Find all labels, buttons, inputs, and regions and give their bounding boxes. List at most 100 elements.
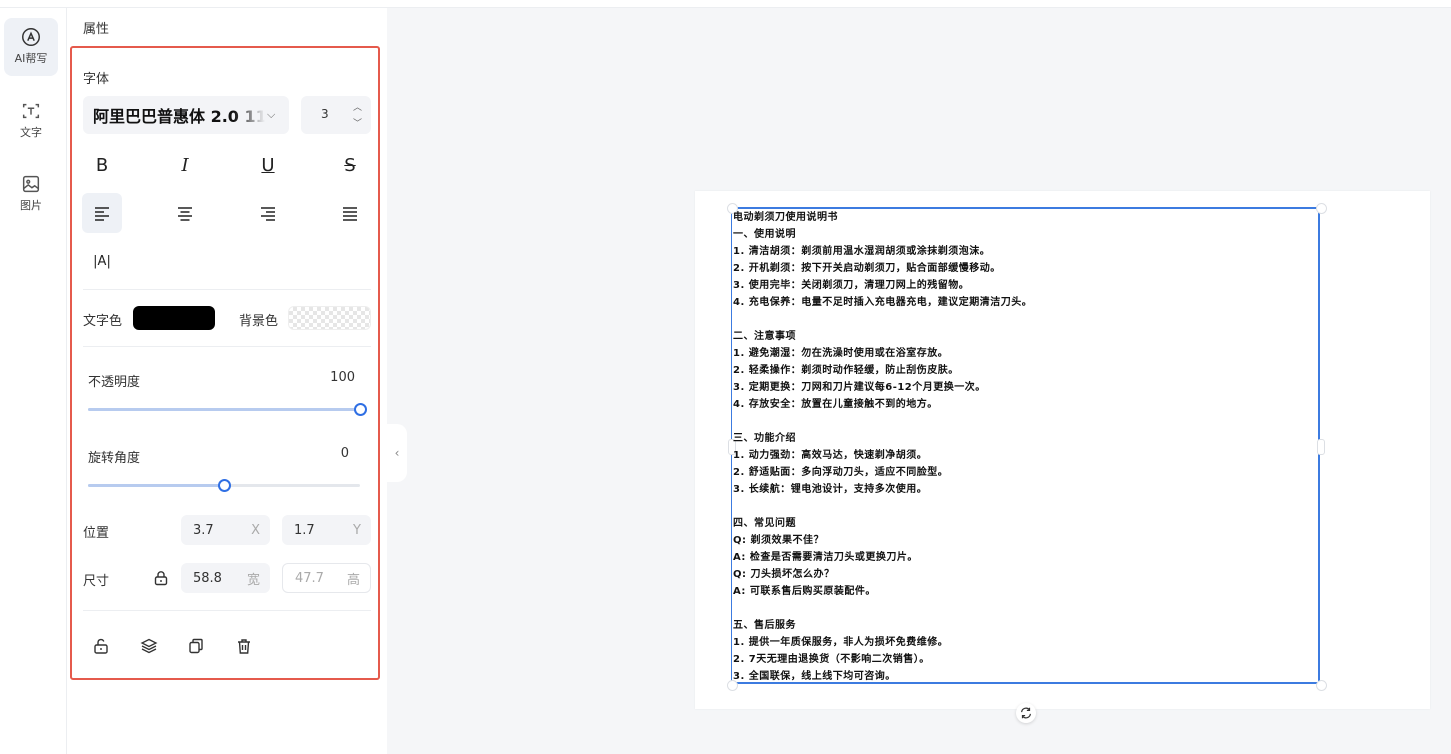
- rotate-handle[interactable]: [1016, 703, 1036, 723]
- top-bar: [0, 0, 1451, 8]
- copy-icon: [189, 638, 203, 654]
- document-line: 二、注意事项: [733, 331, 796, 342]
- align-center-button[interactable]: [165, 193, 205, 233]
- rail-item-ai-write[interactable]: AI帮写: [4, 18, 58, 76]
- layers-icon: [140, 638, 158, 654]
- position-x-value: 3.7: [193, 522, 214, 538]
- document-line: A: 检查是否需要清洁刀头或更换刀片。: [733, 552, 918, 563]
- rail-item-image[interactable]: 图片: [4, 165, 58, 223]
- size-label: 尺寸: [83, 574, 110, 589]
- document-line: 三、功能介绍: [733, 433, 796, 444]
- rotate-icon: [1021, 707, 1031, 719]
- position-y-input[interactable]: 1.7 Y: [282, 515, 371, 545]
- document-line: 3. 使用完毕：关闭剃须刀，清理刀网上的残留物。: [733, 280, 970, 291]
- align-center-icon: [178, 207, 192, 221]
- document-line: 4. 充电保养：电量不足时插入充电器充电，建议定期清洁刀头。: [733, 297, 1033, 308]
- height-input[interactable]: 47.7 高: [282, 563, 371, 593]
- delete-button[interactable]: [233, 635, 255, 657]
- height-unit: 高: [346, 572, 360, 588]
- resize-handle-right[interactable]: [1317, 439, 1325, 455]
- properties-panel: 属性 字体 阿里巴巴普惠体 2.0 115 Black ⌵ 3 ︿ ﹀ B I …: [67, 8, 387, 754]
- font-size-value: 3: [321, 107, 329, 121]
- rotation-label: 旋转角度: [88, 451, 141, 466]
- document-line: 1. 提供一年质保服务，非人为损坏免费维修。: [733, 637, 949, 648]
- document-line: 五、售后服务: [733, 620, 796, 631]
- width-input[interactable]: 58.8 宽: [181, 563, 270, 593]
- document-line: 4. 存放安全：放置在儿童接触不到的地方。: [733, 399, 938, 410]
- document-line: 电动剃须刀使用说明书: [733, 212, 838, 223]
- text-color-label: 文字色: [83, 314, 123, 329]
- rail-item-label: AI帮写: [14, 52, 48, 65]
- divider: [83, 346, 371, 347]
- document-line: 2. 7天无理由退换货（不影响二次销售）。: [733, 654, 930, 665]
- text-icon: [22, 103, 40, 119]
- italic-button[interactable]: I: [165, 145, 205, 185]
- align-justify-button[interactable]: [330, 193, 370, 233]
- width-value: 58.8: [193, 570, 222, 586]
- document-line: 2. 开机剃须：按下开关启动剃须刀，贴合面部缓慢移动。: [733, 263, 1001, 274]
- opacity-slider[interactable]: [88, 403, 367, 416]
- divider: [83, 610, 371, 611]
- width-unit: 宽: [246, 572, 260, 588]
- align-justify-icon: [343, 207, 357, 221]
- opacity-slider-fill: [88, 408, 360, 411]
- position-x-unit: X: [251, 522, 260, 538]
- font-family-select[interactable]: 阿里巴巴普惠体 2.0 115 Black ⌵: [83, 96, 289, 134]
- panel-title: 属性: [83, 22, 110, 37]
- bg-color-swatch[interactable]: [288, 306, 371, 330]
- position-x-input[interactable]: 3.7 X: [181, 515, 270, 545]
- rotation-slider-handle[interactable]: [218, 479, 231, 492]
- rotation-slider-fill: [88, 484, 224, 487]
- document-line: 1. 动力强劲：高效马达，快速剃净胡须。: [733, 450, 928, 461]
- document-line: A: 可联系售后购买原装配件。: [733, 586, 876, 597]
- text-color-swatch[interactable]: [133, 306, 215, 330]
- rail-item-label: 图片: [20, 199, 42, 212]
- divider: [83, 289, 371, 290]
- align-right-button[interactable]: [248, 193, 288, 233]
- strikethrough-button[interactable]: S: [330, 145, 370, 185]
- opacity-slider-handle[interactable]: [354, 403, 367, 416]
- duplicate-button[interactable]: [185, 635, 207, 657]
- collapse-panel-button[interactable]: ‹: [387, 424, 407, 482]
- position-y-value: 1.7: [294, 522, 315, 538]
- chevron-left-icon: ‹: [394, 446, 400, 460]
- height-value: 47.7: [295, 570, 324, 586]
- font-size-stepper[interactable]: 3 ︿ ﹀: [301, 96, 371, 134]
- document-line: 3. 长续航：锂电池设计，支持多次使用。: [733, 484, 928, 495]
- bold-button[interactable]: B: [82, 145, 122, 185]
- document-line: 3. 全国联保，线上线下均可咨询。: [733, 671, 896, 682]
- chevron-down-icon[interactable]: ﹀: [353, 116, 362, 129]
- document-line: 1. 清洁胡须：剃须前用温水湿润胡须或涂抹剃须泡沫。: [733, 246, 991, 257]
- layers-button[interactable]: [138, 635, 160, 657]
- rail-item-text[interactable]: 文字: [4, 92, 58, 150]
- letter-spacing-button[interactable]: |A|: [82, 241, 122, 281]
- unlock-button[interactable]: [90, 635, 112, 657]
- rotation-value: 0: [340, 446, 349, 461]
- rotation-slider[interactable]: [88, 479, 360, 492]
- opacity-value: 100: [330, 370, 355, 385]
- left-rail: AI帮写 文字 图片: [0, 8, 67, 754]
- bg-color-label: 背景色: [239, 314, 279, 329]
- lock-icon[interactable]: [152, 569, 170, 587]
- font-family-value: 阿里巴巴普惠体 2.0 115 Black: [93, 107, 265, 126]
- unlock-icon: [94, 638, 108, 654]
- document-line: Q: 刀头损坏怎么办？: [733, 569, 835, 580]
- document-text[interactable]: 电动剃须刀使用说明书 一、使用说明 1. 清洁胡须：剃须前用温水湿润胡须或涂抹剃须泡…: [733, 209, 1318, 685]
- document-line: 2. 轻柔操作：剃须时动作轻缓，防止刮伤皮肤。: [733, 365, 959, 376]
- trash-icon: [238, 639, 250, 654]
- align-left-button[interactable]: [82, 193, 122, 233]
- underline-button[interactable]: U: [248, 145, 288, 185]
- document-line: 3. 定期更换：刀网和刀片建议每6-12个月更换一次。: [733, 382, 986, 393]
- position-label: 位置: [83, 526, 110, 541]
- font-label: 字体: [83, 72, 110, 87]
- opacity-label: 不透明度: [88, 375, 141, 390]
- document-line: 1. 避免潮湿：勿在洗澡时使用或在浴室存放。: [733, 348, 949, 359]
- chevron-up-icon[interactable]: ︿: [353, 100, 362, 113]
- rail-item-label: 文字: [20, 126, 42, 139]
- image-icon: [22, 175, 40, 193]
- position-y-unit: Y: [353, 522, 361, 538]
